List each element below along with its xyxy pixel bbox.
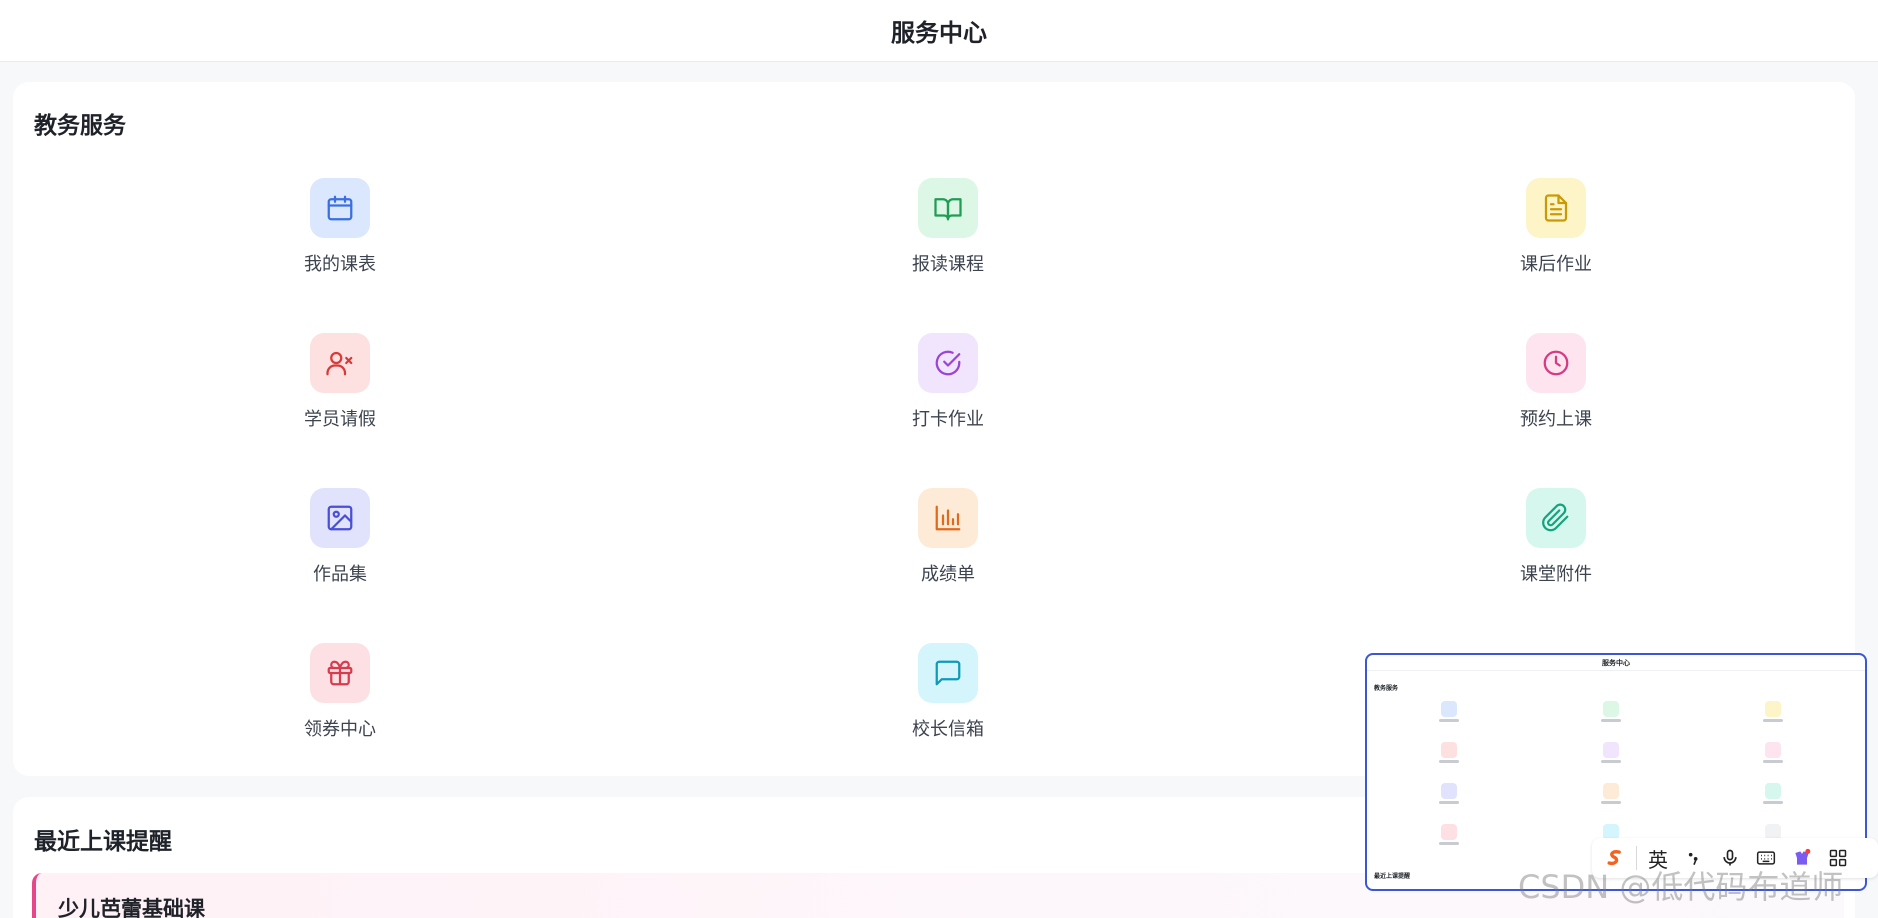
preview-cell-icon xyxy=(1603,701,1619,717)
message-icon xyxy=(918,643,978,703)
service-item[interactable]: 领券中心 xyxy=(240,643,440,753)
service-item-label: 报读课程 xyxy=(912,254,984,274)
preview-cell-label xyxy=(1439,719,1459,722)
preview-cell-label xyxy=(1439,801,1459,804)
preview-cell-label xyxy=(1601,760,1621,763)
page-title: 服务中心 xyxy=(891,20,987,47)
service-item-label: 学员请假 xyxy=(304,409,376,429)
service-item[interactable]: 报读课程 xyxy=(848,178,1048,288)
preview-cell-icon xyxy=(1765,742,1781,758)
preview-cell-label xyxy=(1601,801,1621,804)
preview-section2-title: 最近上课提醒 xyxy=(1374,874,1411,880)
service-item-label: 作品集 xyxy=(313,564,367,584)
preview-cell xyxy=(1581,783,1641,804)
service-item-label: 打卡作业 xyxy=(912,409,984,429)
preview-cell xyxy=(1581,742,1641,763)
service-item[interactable]: 作品集 xyxy=(240,488,440,598)
bar-chart-icon xyxy=(918,488,978,548)
book-open-icon xyxy=(918,178,978,238)
preview-cell-icon xyxy=(1441,701,1457,717)
check-circle-icon xyxy=(918,333,978,393)
preview-cell xyxy=(1419,701,1479,722)
service-item-label: 预约上课 xyxy=(1520,409,1592,429)
preview-cell-label xyxy=(1439,760,1459,763)
preview-title: 服务中心 xyxy=(1367,655,1865,671)
service-item[interactable]: 成绩单 xyxy=(848,488,1048,598)
top-bar: 服务中心 xyxy=(0,0,1878,62)
service-item[interactable]: 校长信箱 xyxy=(848,643,1048,753)
preview-cell xyxy=(1419,824,1479,845)
service-item[interactable]: 打卡作业 xyxy=(848,333,1048,443)
service-item[interactable]: 我的课表 xyxy=(240,178,440,288)
service-item-label: 校长信箱 xyxy=(912,719,984,739)
preview-cell xyxy=(1581,701,1641,722)
service-item-label: 成绩单 xyxy=(921,564,975,584)
service-item-label: 领券中心 xyxy=(304,719,376,739)
section-title-reminder: 最近上课提醒 xyxy=(34,828,172,854)
reminder-course-name: 少儿芭蕾基础课 xyxy=(58,898,205,918)
service-item[interactable]: 课堂附件 xyxy=(1456,488,1656,598)
section-title-services: 教务服务 xyxy=(34,112,126,138)
preview-cell xyxy=(1743,742,1803,763)
preview-cell-label xyxy=(1439,842,1459,845)
preview-cell-icon xyxy=(1603,783,1619,799)
preview-cell-label xyxy=(1601,719,1621,722)
preview-cell xyxy=(1743,783,1803,804)
document-icon xyxy=(1526,178,1586,238)
preview-cell xyxy=(1419,742,1479,763)
user-x-icon xyxy=(310,333,370,393)
preview-cell xyxy=(1419,783,1479,804)
watermark: CSDN @低代码布道师 xyxy=(1518,868,1844,906)
service-item[interactable]: 预约上课 xyxy=(1456,333,1656,443)
preview-cell-icon xyxy=(1765,701,1781,717)
paperclip-icon xyxy=(1526,488,1586,548)
service-item-label: 课后作业 xyxy=(1520,254,1592,274)
image-icon xyxy=(310,488,370,548)
preview-cell xyxy=(1743,701,1803,722)
preview-cell-icon xyxy=(1441,824,1457,840)
calendar-icon xyxy=(310,178,370,238)
service-item-label: 我的课表 xyxy=(304,254,376,274)
gift-icon xyxy=(310,643,370,703)
preview-cell-icon xyxy=(1765,783,1781,799)
service-item[interactable]: 课后作业 xyxy=(1456,178,1656,288)
service-item-label: 课堂附件 xyxy=(1520,564,1592,584)
preview-cell-icon xyxy=(1441,783,1457,799)
preview-cell-label xyxy=(1763,719,1783,722)
clock-icon xyxy=(1526,333,1586,393)
preview-section-title: 教务服务 xyxy=(1374,686,1399,692)
service-item[interactable]: 学员请假 xyxy=(240,333,440,443)
preview-cell-label xyxy=(1763,760,1783,763)
preview-cell-label xyxy=(1763,801,1783,804)
preview-cell-icon xyxy=(1441,742,1457,758)
preview-cell-icon xyxy=(1603,742,1619,758)
